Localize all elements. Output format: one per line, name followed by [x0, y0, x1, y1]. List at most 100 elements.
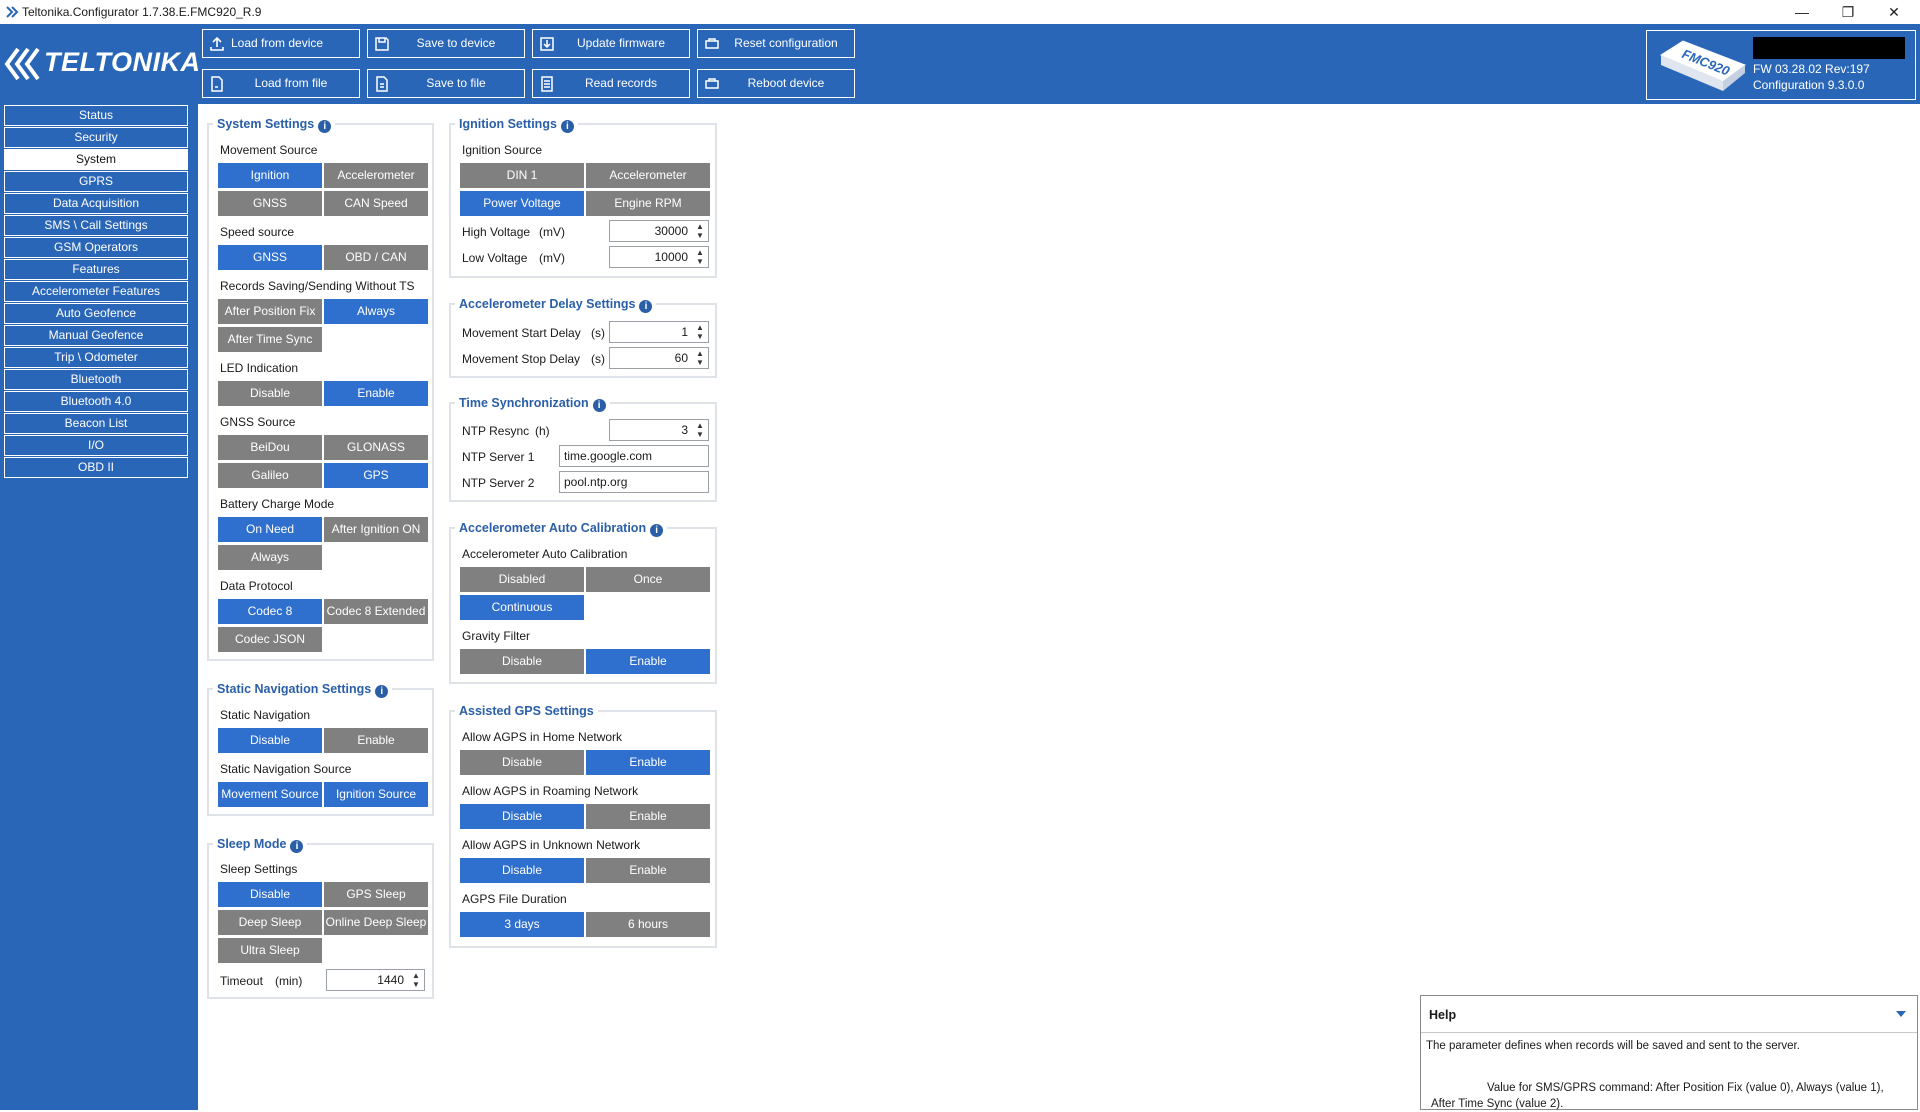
static-nav-source-ignition[interactable]: Ignition Source [324, 782, 428, 807]
agps-home-enable[interactable]: Enable [586, 750, 710, 775]
info-icon[interactable]: i [650, 524, 664, 537]
restore-icon[interactable]: ❐ [1825, 0, 1871, 24]
sidebar-item-data-acquisition[interactable]: Data Acquisition [4, 193, 188, 214]
led-enable[interactable]: Enable [324, 381, 428, 406]
agps-unknown-disable[interactable]: Disable [460, 858, 584, 883]
protocol-codec-8[interactable]: Codec 8 [218, 599, 322, 624]
sleep-disable[interactable]: Disable [218, 882, 322, 907]
agps-duration-6-hours[interactable]: 6 hours [586, 912, 710, 937]
sidebar-item-bluetooth-4[interactable]: Bluetooth 4.0 [4, 391, 188, 412]
battery-on-need[interactable]: On Need [218, 517, 322, 542]
spin-down-icon[interactable]: ▼ [695, 232, 705, 240]
reset-configuration-button[interactable]: Reset configuration [697, 29, 855, 58]
spin-up-icon[interactable]: ▲ [695, 422, 705, 430]
gravity-filter-enable[interactable]: Enable [586, 649, 710, 674]
battery-after-ignition-on[interactable]: After Ignition ON [324, 517, 428, 542]
save-to-file-button[interactable]: Save to file [367, 69, 525, 98]
high-voltage-spinner[interactable]: 30000 ▲ ▼ [609, 220, 709, 242]
spin-down-icon[interactable]: ▼ [411, 981, 421, 989]
agps-roaming-disable[interactable]: Disable [460, 804, 584, 829]
static-navigation-enable[interactable]: Enable [324, 728, 428, 753]
sidebar-item-trip-odometer[interactable]: Trip \ Odometer [4, 347, 188, 368]
static-navigation-disable[interactable]: Disable [218, 728, 322, 753]
timeout-spinner[interactable]: 1440 ▲ ▼ [326, 969, 425, 991]
spin-up-icon[interactable]: ▲ [411, 972, 421, 980]
sidebar-item-obd-ii[interactable]: OBD II [4, 457, 188, 478]
records-after-time-sync[interactable]: After Time Sync [218, 327, 322, 352]
sleep-ultra-sleep[interactable]: Ultra Sleep [218, 938, 322, 963]
sidebar-item-beacon-list[interactable]: Beacon List [4, 413, 188, 434]
sidebar-item-bluetooth[interactable]: Bluetooth [4, 369, 188, 390]
sidebar-item-gsm-operators[interactable]: GSM Operators [4, 237, 188, 258]
spin-down-icon[interactable]: ▼ [695, 333, 705, 341]
load-from-device-button[interactable]: Load from device [202, 29, 360, 58]
minimize-icon[interactable]: — [1779, 0, 1825, 24]
sidebar-item-security[interactable]: Security [4, 127, 188, 148]
ignition-engine-rpm[interactable]: Engine RPM [586, 191, 710, 216]
save-to-device-button[interactable]: Save to device [367, 29, 525, 58]
ntp-server-1-input[interactable]: time.google.com [559, 445, 709, 467]
info-icon[interactable]: i [592, 399, 606, 412]
ntp-resync-spinner[interactable]: 3 ▲ ▼ [609, 419, 709, 441]
speed-source-obd-can[interactable]: OBD / CAN [324, 245, 428, 270]
sidebar-item-manual-geofence[interactable]: Manual Geofence [4, 325, 188, 346]
sidebar-item-auto-geofence[interactable]: Auto Geofence [4, 303, 188, 324]
chevron-down-icon[interactable] [1895, 1009, 1907, 1019]
movement-source-gnss[interactable]: GNSS [218, 191, 322, 216]
movement-source-ignition[interactable]: Ignition [218, 163, 322, 188]
agps-home-disable[interactable]: Disable [460, 750, 584, 775]
sidebar-item-sms-call-settings[interactable]: SMS \ Call Settings [4, 215, 188, 236]
movement-stop-delay-spinner[interactable]: 60 ▲ ▼ [609, 347, 709, 369]
movement-source-can-speed[interactable]: CAN Speed [324, 191, 428, 216]
movement-start-delay-spinner[interactable]: 1 ▲ ▼ [609, 321, 709, 343]
protocol-codec-json[interactable]: Codec JSON [218, 627, 322, 652]
sidebar-item-status[interactable]: Status [4, 105, 188, 126]
low-voltage-spinner[interactable]: 10000 ▲ ▼ [609, 246, 709, 268]
info-icon[interactable]: i [318, 120, 332, 133]
spin-up-icon[interactable]: ▲ [695, 350, 705, 358]
info-icon[interactable]: i [290, 840, 304, 853]
read-records-button[interactable]: Read records [532, 69, 690, 98]
records-always[interactable]: Always [324, 299, 428, 324]
info-icon[interactable]: i [375, 685, 389, 698]
gnss-glonass[interactable]: GLONASS [324, 435, 428, 460]
records-after-position-fix[interactable]: After Position Fix [218, 299, 322, 324]
gnss-beidou[interactable]: BeiDou [218, 435, 322, 460]
spin-down-icon[interactable]: ▼ [695, 359, 705, 367]
sleep-gps-sleep[interactable]: GPS Sleep [324, 882, 428, 907]
gnss-gps[interactable]: GPS [324, 463, 428, 488]
sidebar-item-features[interactable]: Features [4, 259, 188, 280]
calibration-once[interactable]: Once [586, 567, 710, 592]
info-icon[interactable]: i [560, 120, 574, 133]
spin-up-icon[interactable]: ▲ [695, 223, 705, 231]
calibration-disabled[interactable]: Disabled [460, 567, 584, 592]
sleep-deep-sleep[interactable]: Deep Sleep [218, 910, 322, 935]
protocol-codec-8-extended[interactable]: Codec 8 Extended [324, 599, 428, 624]
gnss-galileo[interactable]: Galileo [218, 463, 322, 488]
static-nav-source-movement[interactable]: Movement Source [218, 782, 322, 807]
info-icon[interactable]: i [639, 300, 653, 313]
sleep-online-deep-sleep[interactable]: Online Deep Sleep [324, 910, 428, 935]
spin-up-icon[interactable]: ▲ [695, 249, 705, 257]
spin-down-icon[interactable]: ▼ [695, 431, 705, 439]
speed-source-gnss[interactable]: GNSS [218, 245, 322, 270]
agps-duration-3-days[interactable]: 3 days [460, 912, 584, 937]
calibration-continuous[interactable]: Continuous [460, 595, 584, 620]
sidebar-item-system[interactable]: System [4, 149, 188, 170]
close-icon[interactable]: ✕ [1871, 0, 1917, 24]
agps-unknown-enable[interactable]: Enable [586, 858, 710, 883]
ntp-server-2-input[interactable]: pool.ntp.org [559, 471, 709, 493]
sidebar-item-gprs[interactable]: GPRS [4, 171, 188, 192]
spin-down-icon[interactable]: ▼ [695, 258, 705, 266]
sidebar-item-io[interactable]: I/O [4, 435, 188, 456]
gravity-filter-disable[interactable]: Disable [460, 649, 584, 674]
ignition-din1[interactable]: DIN 1 [460, 163, 584, 188]
load-from-file-button[interactable]: Load from file [202, 69, 360, 98]
battery-always[interactable]: Always [218, 545, 322, 570]
ignition-power-voltage[interactable]: Power Voltage [460, 191, 584, 216]
spin-up-icon[interactable]: ▲ [695, 324, 705, 332]
update-firmware-button[interactable]: Update firmware [532, 29, 690, 58]
led-disable[interactable]: Disable [218, 381, 322, 406]
movement-source-accelerometer[interactable]: Accelerometer [324, 163, 428, 188]
ignition-accelerometer[interactable]: Accelerometer [586, 163, 710, 188]
